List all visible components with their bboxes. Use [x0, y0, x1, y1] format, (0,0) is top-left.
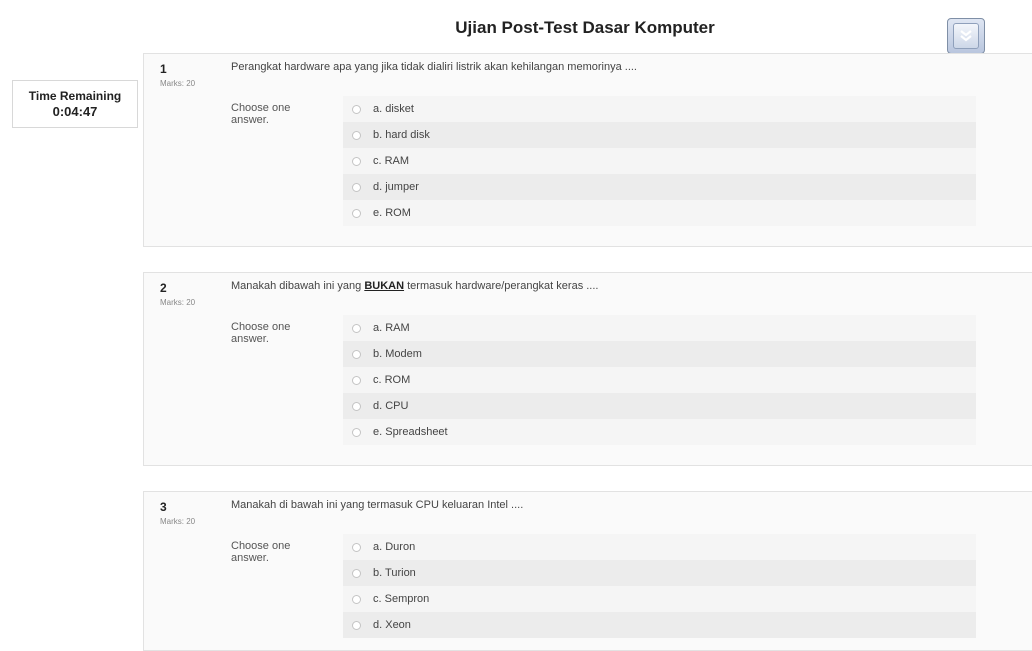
answer-label: d. Xeon	[373, 619, 411, 631]
answer-option[interactable]: a. disket	[343, 96, 976, 122]
radio-button[interactable]	[352, 620, 361, 630]
answer-label: c. RAM	[373, 155, 410, 167]
double-chevron-down-icon	[953, 23, 979, 49]
question-marks: Marks: 20	[160, 298, 196, 307]
radio-button[interactable]	[352, 208, 361, 218]
answer-list: a. Duron b. Turion c. Sempron d. Xeon	[343, 534, 976, 638]
answer-option[interactable]: c. RAM	[343, 148, 976, 174]
question-marks: Marks: 20	[160, 517, 196, 526]
scroll-down-button[interactable]	[947, 18, 985, 54]
radio-button[interactable]	[352, 130, 361, 140]
radio-button[interactable]	[352, 375, 361, 385]
answer-label: c. ROM	[373, 374, 411, 386]
answer-option[interactable]: e. Spreadsheet	[343, 419, 976, 445]
radio-button[interactable]	[352, 349, 361, 359]
question-text: Perangkat hardware apa yang jika tidak d…	[231, 61, 637, 73]
question-number: 2	[160, 281, 167, 295]
radio-button[interactable]	[352, 542, 361, 552]
question-number: 3	[160, 500, 167, 514]
answer-option[interactable]: d. jumper	[343, 174, 976, 200]
answer-option[interactable]: d. Xeon	[343, 612, 976, 638]
answer-option[interactable]: c. Sempron	[343, 586, 976, 612]
radio-button[interactable]	[352, 182, 361, 192]
question-block: 3 Marks: 20 Manakah di bawah ini yang te…	[143, 491, 1032, 651]
answer-option[interactable]: b. Modem	[343, 341, 976, 367]
answer-label: b. Modem	[373, 348, 422, 360]
time-remaining-box: Time Remaining 0:04:47	[12, 80, 138, 128]
question-number: 1	[160, 62, 167, 76]
question-text: Manakah di bawah ini yang termasuk CPU k…	[231, 499, 524, 511]
time-remaining-label: Time Remaining	[28, 89, 122, 103]
answer-option[interactable]: b. hard disk	[343, 122, 976, 148]
emphasis-text: BUKAN	[364, 280, 405, 292]
answer-label: b. Turion	[373, 567, 416, 579]
time-remaining-value: 0:04:47	[52, 104, 98, 119]
answer-option[interactable]: d. CPU	[343, 393, 976, 419]
radio-button[interactable]	[352, 427, 361, 437]
question-text: Manakah dibawah ini yang BUKAN termasuk …	[231, 280, 599, 292]
question-block: 1 Marks: 20 Perangkat hardware apa yang …	[143, 53, 1032, 247]
choose-one-label: Choose one answer.	[231, 102, 291, 126]
answer-option[interactable]: e. ROM	[343, 200, 976, 226]
answer-label: e. ROM	[373, 207, 411, 219]
answer-option[interactable]: b. Turion	[343, 560, 976, 586]
radio-button[interactable]	[352, 594, 361, 604]
question-block: 2 Marks: 20 Manakah dibawah ini yang BUK…	[143, 272, 1032, 466]
radio-button[interactable]	[352, 156, 361, 166]
answer-option[interactable]: a. RAM	[343, 315, 976, 341]
page-title: Ujian Post-Test Dasar Komputer	[455, 18, 715, 37]
radio-button[interactable]	[352, 323, 361, 333]
answer-label: d. CPU	[373, 400, 409, 412]
choose-one-label: Choose one answer.	[231, 321, 291, 345]
answer-label: a. RAM	[373, 322, 410, 334]
answer-list: a. RAM b. Modem c. ROM d. CPU e. Spreads…	[343, 315, 976, 445]
choose-one-label: Choose one answer.	[231, 540, 291, 564]
answer-label: c. Sempron	[373, 593, 430, 605]
answer-label: d. jumper	[373, 181, 419, 193]
radio-button[interactable]	[352, 104, 361, 114]
answer-label: e. Spreadsheet	[373, 426, 448, 438]
question-marks: Marks: 20	[160, 79, 196, 88]
answer-option[interactable]: a. Duron	[343, 534, 976, 560]
answer-option[interactable]: c. ROM	[343, 367, 976, 393]
answer-list: a. disket b. hard disk c. RAM d. jumper …	[343, 96, 976, 226]
answer-label: a. Duron	[373, 541, 416, 553]
answer-label: b. hard disk	[373, 129, 430, 141]
answer-label: a. disket	[373, 103, 414, 115]
radio-button[interactable]	[352, 568, 361, 578]
radio-button[interactable]	[352, 401, 361, 411]
